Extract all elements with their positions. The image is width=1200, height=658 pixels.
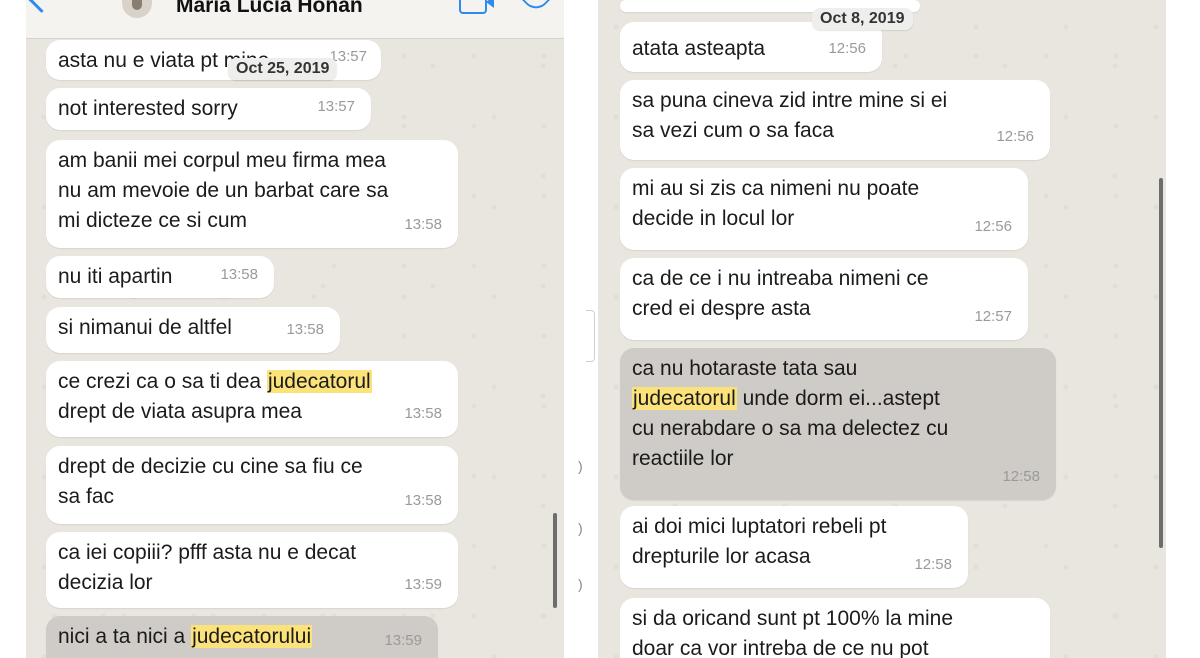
message-bubble[interactable]: si nimanui de altfel 13:58 [46,307,340,353]
contact-name[interactable]: Maria Lucia Honan [176,0,363,18]
message-time: 13:58 [286,321,324,338]
message-text: ca nu hotaraste tata sau judecatorul und… [632,357,948,470]
message-text-part: ce crezi ca o sa ti dea [58,370,267,393]
message-bubble[interactable]: ce crezi ca o sa ti dea judecatorul drep… [46,361,458,437]
video-call-icon[interactable] [459,0,494,14]
chat-panel-right: atata asteapta 12:56 sa puna cineva zid … [598,0,1166,658]
message-bubble[interactable]: nu iti apartin 13:58 [46,256,274,298]
message-time: 13:58 [404,405,442,422]
divider [586,310,595,362]
message-time: 12:56 [974,218,1012,235]
message-text: am banii mei corpul meu firma mea nu am … [58,149,389,232]
chat-header: Maria Lucia Honan [26,0,564,39]
message-time: 12:57 [974,308,1012,325]
message-bubble[interactable]: not interested sorry 13:57 [46,88,371,130]
message-text: atata asteapta [632,37,766,60]
message-text-part: drept de viata asupra mea [58,400,302,423]
edge-mark: ) [578,520,583,536]
message-text: ca de ce i nu intreaba nimeni ce cred ei… [632,267,929,320]
phone-call-icon[interactable] [521,0,551,15]
message-bubble-selected[interactable]: ca nu hotaraste tata sau judecatorul und… [620,348,1056,500]
message-text: mi au si zis ca nimeni nu poate decide i… [632,177,920,230]
message-time: 13:59 [384,632,422,649]
message-text-part: nici a ta nici a [58,625,192,648]
scrollbar[interactable] [553,513,557,608]
edge-mark: ) [578,576,583,592]
search-highlight: judecatorului [191,625,313,648]
message-time: 13:58 [220,266,258,283]
back-icon[interactable] [28,0,55,13]
message-text: not interested sorry [58,97,238,120]
message-text: ai doi mici luptatori rebeli pt drepturi… [632,515,887,568]
message-bubble[interactable]: drept de decizie cu cine sa fiu ce sa fa… [46,446,458,524]
message-bubble[interactable]: sa puna cineva zid intre mine si ei sa v… [620,80,1050,160]
message-text: nu iti apartin [58,265,173,288]
message-text: si da oricand sunt pt 100% la mine doar … [632,607,954,658]
message-time: 12:58 [1002,468,1040,485]
scrollbar[interactable] [1159,178,1163,548]
message-text: sa puna cineva zid intre mine si ei sa v… [632,89,948,142]
message-time: 12:56 [996,128,1034,145]
message-bubble[interactable]: si da oricand sunt pt 100% la mine doar … [620,598,1050,658]
avatar[interactable] [122,0,152,18]
message-text: ca iei copiii? pfff asta nu e decat deci… [58,541,357,594]
search-highlight: judecatorul [266,370,372,393]
message-text-part: ca nu hotaraste tata sau [632,357,858,380]
search-highlight: judecatorul [632,387,737,410]
message-time: 13:58 [404,492,442,509]
chat-panel-left: asta nu e viata pt mine 13:57 not intere… [26,0,564,658]
message-bubble-selected[interactable]: nici a ta nici a judecatorului 13:59 [46,616,438,658]
message-bubble[interactable]: am banii mei corpul meu firma mea nu am … [46,140,458,248]
date-chip: Oct 25, 2019 [228,58,338,80]
message-text: nici a ta nici a judecatorului [58,625,313,648]
message-bubble[interactable]: mi au si zis ca nimeni nu poate decide i… [620,168,1028,250]
date-chip: Oct 8, 2019 [812,8,913,30]
message-time: 13:59 [404,576,442,593]
message-bubble[interactable]: ca iei copiii? pfff asta nu e decat deci… [46,532,458,608]
message-time: 12:56 [828,40,866,57]
message-text: si nimanui de altfel [58,316,232,339]
message-time: 12:58 [914,556,952,573]
message-time: 13:57 [317,98,355,115]
message-bubble[interactable]: ca de ce i nu intreaba nimeni ce cred ei… [620,258,1028,340]
message-text: drept de decizie cu cine sa fiu ce sa fa… [58,455,363,508]
edge-mark: ) [578,458,583,474]
message-bubble[interactable]: ai doi mici luptatori rebeli pt drepturi… [620,506,968,588]
message-time: 13:58 [404,216,442,233]
message-text: ce crezi ca o sa ti dea judecatorul drep… [58,370,372,423]
